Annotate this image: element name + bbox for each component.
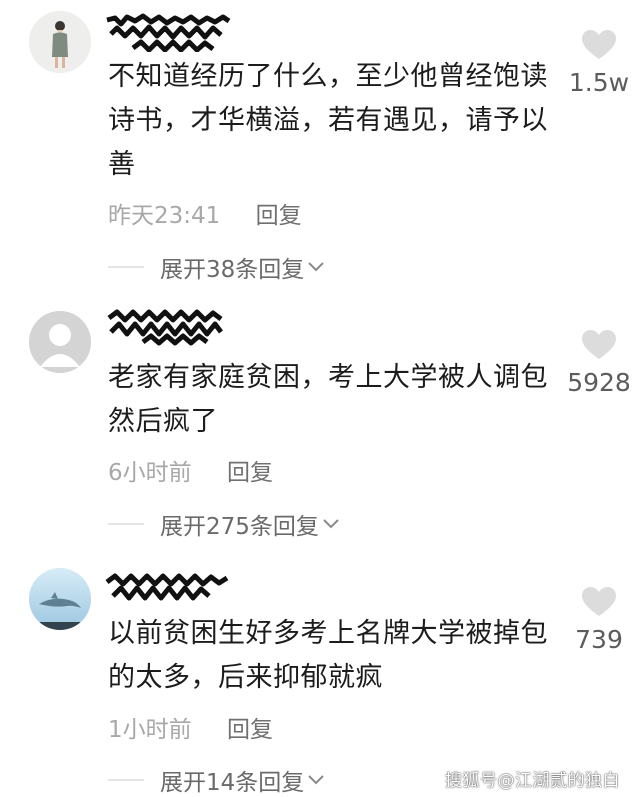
reply-button[interactable]: 回复 — [256, 203, 302, 229]
like-count: 5928 — [567, 368, 631, 397]
like-button[interactable]: 739 — [566, 587, 632, 654]
expand-replies-button[interactable]: 展开275条回复 — [108, 507, 339, 541]
expand-replies-label: 展开38条回复 — [160, 257, 305, 283]
comment-time: 1小时前 — [108, 717, 192, 743]
woman-photo-avatar — [29, 11, 91, 73]
chevron-down-icon — [308, 262, 324, 272]
comment-text: 以前贫困生好多考上名牌大学被掉包的太多，后来抑郁就疯 — [108, 618, 548, 693]
comment-time: 6小时前 — [108, 460, 192, 486]
expand-replies-button[interactable]: 展开14条回复 — [108, 763, 324, 797]
like-count: 1.5w — [568, 68, 630, 97]
expand-replies-button[interactable]: 展开38条回复 — [108, 250, 324, 284]
reply-button[interactable]: 回复 — [227, 460, 273, 486]
divider — [108, 266, 144, 268]
comment-text: 老家有家庭贫困，考上大学被人调包然后疯了 — [108, 362, 548, 437]
comment-meta: 1小时前 回复 — [108, 710, 273, 744]
chevron-down-icon — [308, 775, 324, 785]
heart-icon — [582, 330, 616, 359]
redacted-username — [103, 568, 233, 608]
avatar[interactable] — [29, 311, 91, 373]
heart-icon — [582, 587, 616, 616]
like-button[interactable]: 5928 — [566, 330, 632, 397]
reply-button[interactable]: 回复 — [227, 717, 273, 743]
expand-replies-label: 展开275条回复 — [160, 514, 319, 540]
avatar[interactable] — [29, 568, 91, 630]
avatar[interactable] — [29, 11, 91, 73]
dolphin-avatar — [29, 568, 91, 630]
chevron-down-icon — [323, 519, 339, 529]
comment-time: 昨天23:41 — [108, 203, 221, 229]
redacted-username — [103, 12, 233, 52]
redacted-username — [103, 306, 233, 346]
heart-icon — [582, 30, 616, 59]
divider — [108, 779, 144, 781]
like-count: 739 — [575, 625, 623, 654]
expand-replies-label: 展开14条回复 — [160, 770, 305, 796]
divider — [108, 523, 144, 525]
comment-meta: 昨天23:41 回复 — [108, 196, 302, 230]
comment-text: 不知道经历了什么，至少他曾经饱读诗书，才华横溢，若有遇见，请予以善 — [108, 61, 548, 180]
default-avatar — [29, 311, 91, 373]
watermark: 搜狐号@江湖贰的独白 — [445, 771, 620, 791]
comment-meta: 6小时前 回复 — [108, 453, 273, 487]
like-button[interactable]: 1.5w — [566, 30, 632, 97]
